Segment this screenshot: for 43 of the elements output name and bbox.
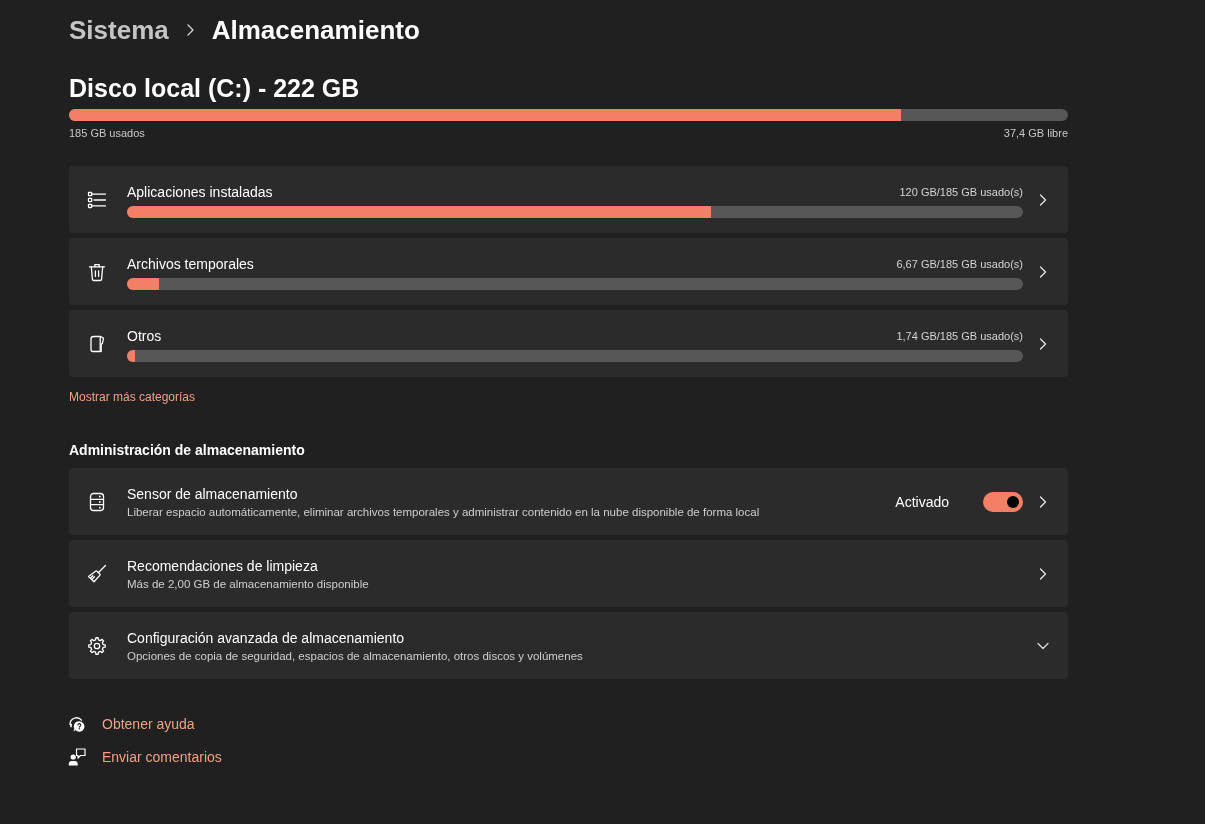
setting-description: Más de 2,00 GB de almacenamiento disponible	[127, 576, 370, 592]
setting-description: Liberar espacio automáticamente, eliminar archivos temporales y administrar contenido en la nube disponible de forma local	[127, 504, 761, 520]
settings-card[interactable]: Sensor de almacenamiento Liberar espacio automáticamente, eliminar archivos temporales y administrar contenido en la nube disponible de forma local Activado	[69, 468, 1068, 535]
setting-title: Configuración avanzada de almacenamiento	[127, 628, 406, 648]
document-icon	[87, 333, 107, 354]
usage-text: 120 GB/185 GB usado(s)	[899, 184, 1023, 200]
show-more-link[interactable]: Mostrar más categorías	[69, 389, 196, 405]
chevron-icon	[1039, 193, 1047, 206]
settings-card[interactable]: Configuración avanzada de almacenamiento Opciones de copia de seguridad, espacios de almacenamiento, otros discos y volúmenes	[69, 612, 1068, 679]
broom-icon	[87, 563, 107, 584]
used-label: 185 GB usados	[69, 126, 145, 140]
chevron-icon	[1039, 265, 1047, 278]
chevron-icon	[1039, 495, 1047, 508]
footer-link[interactable]: Enviar comentarios	[102, 747, 222, 767]
category-label: Otros	[127, 326, 162, 346]
drive-title: Disco local (C:) - 222 GB	[69, 73, 361, 104]
chevron-icon	[186, 24, 194, 36]
list-icon	[87, 189, 107, 210]
page-title: Almacenamiento	[211, 14, 420, 47]
usage-text: 1,74 GB/185 GB usado(s)	[896, 328, 1023, 344]
help-icon	[68, 715, 86, 733]
free-label: 37,4 GB libre	[1003, 126, 1068, 140]
setting-title: Recomendaciones de limpieza	[127, 556, 319, 576]
category-label: Aplicaciones instaladas	[127, 182, 273, 202]
usage-text: 6,67 GB/185 GB usado(s)	[896, 256, 1023, 272]
server-icon	[87, 491, 107, 512]
toggle-label: Activado	[895, 492, 949, 512]
breadcrumb-link[interactable]: Sistema	[69, 13, 169, 47]
category-card[interactable]: Aplicaciones instaladas 120 GB/185 GB usado(s)	[69, 166, 1068, 233]
toggle-switch[interactable]	[983, 491, 1023, 512]
setting-title: Sensor de almacenamiento	[127, 484, 299, 504]
footer-link[interactable]: Obtener ayuda	[102, 714, 195, 734]
feedback-icon	[68, 748, 86, 766]
category-card[interactable]: Archivos temporales 6,67 GB/185 GB usado(s)	[69, 238, 1068, 305]
category-card[interactable]: Otros 1,74 GB/185 GB usado(s)	[69, 310, 1068, 377]
trash-icon	[87, 261, 107, 282]
gear-icon	[87, 635, 107, 656]
chevron-icon	[1039, 337, 1047, 350]
setting-description: Opciones de copia de seguridad, espacios de almacenamiento, otros discos y volúmenes	[127, 648, 584, 664]
section-heading: Administración de almacenamiento	[69, 441, 306, 460]
chevron-icon	[1039, 567, 1047, 580]
category-label: Archivos temporales	[127, 254, 254, 274]
settings-card[interactable]: Recomendaciones de limpieza Más de 2,00 GB de almacenamiento disponible	[69, 540, 1068, 607]
